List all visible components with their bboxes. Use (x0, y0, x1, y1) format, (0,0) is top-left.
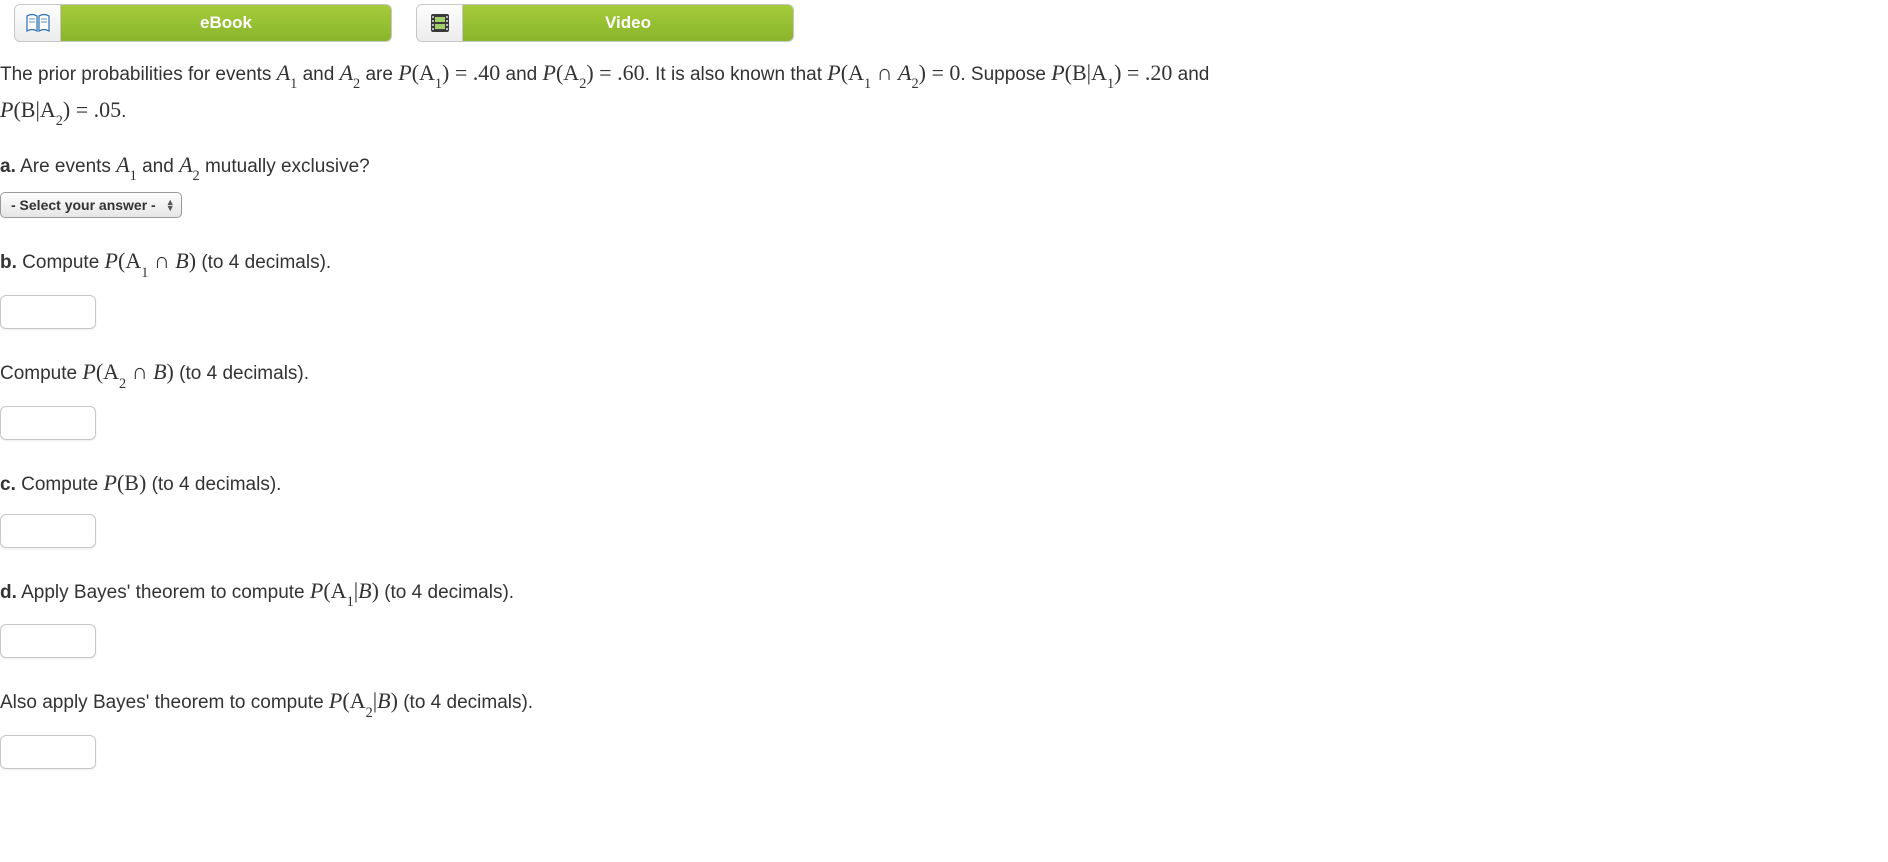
question-d: d. Apply Bayes' theorem to compute P(A1|… (0, 574, 1888, 611)
question-d2: Also apply Bayes' theorem to compute P(A… (0, 684, 1888, 721)
math: A1 (116, 152, 137, 177)
text: and (137, 156, 179, 177)
text: (to 4 decimals). (398, 692, 533, 713)
video-label: Video (463, 5, 793, 41)
ebook-label: eBook (61, 5, 391, 41)
math-pba1: P(B|A1) = .20 (1051, 60, 1172, 85)
text: and (500, 64, 542, 85)
text: and (297, 64, 339, 85)
answer-c-input[interactable] (0, 514, 96, 548)
math: P(A1 ∩ B) (105, 248, 197, 273)
question-c: c. Compute P(B) (to 4 decimals). (0, 466, 1888, 500)
part-letter: c. (0, 474, 16, 495)
text: (to 4 decimals). (146, 474, 281, 495)
part-letter: b. (0, 252, 17, 273)
text: (to 4 decimals). (196, 252, 331, 273)
question-content: The prior probabilities for events A1 an… (0, 56, 1888, 789)
answer-d2-input[interactable] (0, 735, 96, 769)
book-icon (15, 5, 61, 41)
intro-text: The prior probabilities for events A1 an… (0, 56, 1888, 130)
part-letter: a. (0, 156, 16, 177)
math: A2 (179, 152, 200, 177)
text: (to 4 decimals). (174, 363, 309, 384)
answer-a-select[interactable]: - Select your answer - ▲▼ (0, 192, 182, 218)
answer-b2-input[interactable] (0, 406, 96, 440)
math-pa2: P(A2) = .60 (543, 60, 645, 85)
math-pba2: P(B|A2) = .05 (0, 97, 121, 122)
question-b: b. Compute P(A1 ∩ B) (to 4 decimals). (0, 244, 1888, 281)
math-pint: P(A1 ∩ A2) = 0 (827, 60, 960, 85)
updown-icon: ▲▼ (166, 199, 175, 211)
part-letter: d. (0, 582, 17, 603)
text: and (1172, 64, 1209, 85)
answer-d1-input[interactable] (0, 624, 96, 658)
text: Also apply Bayes' theorem to compute (0, 692, 329, 713)
media-button-row: eBook Video (0, 0, 1888, 42)
text: are (360, 64, 398, 85)
text: . Suppose (960, 64, 1051, 85)
math-a2: A2 (340, 60, 361, 85)
math-a1: A1 (277, 60, 298, 85)
question-a: a. Are events A1 and A2 mutually exclusi… (0, 148, 1888, 185)
text: . (121, 101, 126, 122)
math-pa1: P(A1) = .40 (398, 60, 500, 85)
text: Compute (17, 252, 105, 273)
ebook-button[interactable]: eBook (14, 4, 392, 42)
math: P(B) (104, 470, 147, 495)
math: P(A1|B) (310, 578, 379, 603)
text: The prior probabilities for events (0, 64, 277, 85)
text: Compute (0, 363, 82, 384)
text: mutually exclusive? (200, 156, 370, 177)
math: P(A2 ∩ B) (82, 359, 174, 384)
text: Compute (16, 474, 104, 495)
text: . It is also known that (645, 64, 828, 85)
question-b2: Compute P(A2 ∩ B) (to 4 decimals). (0, 355, 1888, 392)
select-placeholder: - Select your answer - (11, 197, 156, 213)
film-icon (417, 5, 463, 41)
text: (to 4 decimals). (379, 582, 514, 603)
math: P(A2|B) (329, 688, 398, 713)
answer-b1-input[interactable] (0, 295, 96, 329)
video-button[interactable]: Video (416, 4, 794, 42)
text: Are events (16, 156, 116, 177)
text: Apply Bayes' theorem to compute (17, 582, 310, 603)
